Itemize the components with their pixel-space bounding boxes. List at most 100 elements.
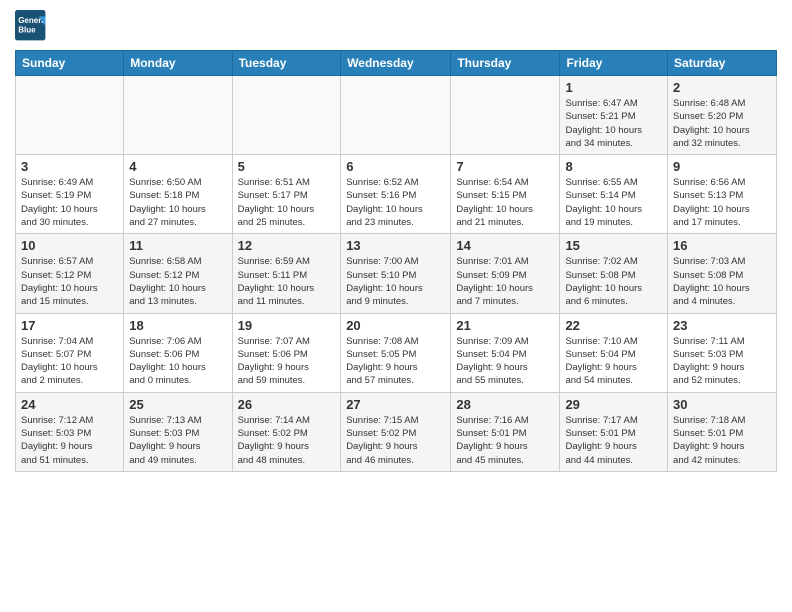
calendar-cell: 6Sunrise: 6:52 AMSunset: 5:16 PMDaylight… [341,155,451,234]
calendar-cell: 3 Sunrise: 6:49 AMSunset: 5:19 PMDaylight… [16,155,124,234]
logo: General Blue [15,10,47,42]
calendar-cell: 17 Sunrise: 7:04 AMSunset: 5:07 PMDayligh… [16,313,124,392]
day-header-saturday: Saturday [668,51,777,76]
day-info: Sunrise: 6:55 AMSunset: 5:14 PMDaylight:… [565,176,662,229]
day-info: Sunrise: 7:11 AMSunset: 5:03 PMDaylight:… [673,335,771,388]
day-number: 23 [673,318,771,333]
day-number: 26 [238,397,336,412]
day-info: Sunrise: 7:09 AMSunset: 5:04 PMDaylight:… [456,335,554,388]
day-info: Sunrise: 6:49 AMSunset: 5:19 PMDaylight:… [21,176,118,229]
calendar-page: General Blue SundayMondayTuesdayWednesda… [0,0,792,487]
day-number: 3 [21,159,118,174]
page-header: General Blue [15,10,777,42]
calendar-cell: 24 Sunrise: 7:12 AMSunset: 5:03 PMDayligh… [16,392,124,471]
calendar-cell: 23 Sunrise: 7:11 AMSunset: 5:03 PMDayligh… [668,313,777,392]
day-info: Sunrise: 6:48 AMSunset: 5:20 PMDaylight:… [673,97,771,150]
day-header-tuesday: Tuesday [232,51,341,76]
calendar-week-row: 10 Sunrise: 6:57 AMSunset: 5:12 PMDayligh… [16,234,777,313]
calendar-cell: 26 Sunrise: 7:14 AMSunset: 5:02 PMDayligh… [232,392,341,471]
day-info: Sunrise: 7:12 AMSunset: 5:03 PMDaylight:… [21,414,118,467]
day-info: Sunrise: 6:52 AMSunset: 5:16 PMDaylight:… [346,176,445,229]
calendar-cell: 22Sunrise: 7:10 AMSunset: 5:04 PMDayligh… [560,313,668,392]
day-header-sunday: Sunday [16,51,124,76]
day-info: Sunrise: 7:16 AMSunset: 5:01 PMDaylight:… [456,414,554,467]
calendar-header-row: SundayMondayTuesdayWednesdayThursdayFrid… [16,51,777,76]
day-header-thursday: Thursday [451,51,560,76]
day-info: Sunrise: 7:01 AMSunset: 5:09 PMDaylight:… [456,255,554,308]
calendar-cell [232,76,341,155]
day-info: Sunrise: 7:13 AMSunset: 5:03 PMDaylight:… [129,414,226,467]
calendar-week-row: 17 Sunrise: 7:04 AMSunset: 5:07 PMDayligh… [16,313,777,392]
calendar-cell: 25 Sunrise: 7:13 AMSunset: 5:03 PMDayligh… [124,392,232,471]
day-info: Sunrise: 7:18 AMSunset: 5:01 PMDaylight:… [673,414,771,467]
day-number: 25 [129,397,226,412]
calendar-cell: 13 Sunrise: 7:00 AMSunset: 5:10 PMDayligh… [341,234,451,313]
calendar-cell: 9 Sunrise: 6:56 AMSunset: 5:13 PMDaylight… [668,155,777,234]
calendar-cell: 5 Sunrise: 6:51 AMSunset: 5:17 PMDaylight… [232,155,341,234]
svg-text:Blue: Blue [18,25,36,34]
day-number: 27 [346,397,445,412]
day-header-friday: Friday [560,51,668,76]
day-info: Sunrise: 6:56 AMSunset: 5:13 PMDaylight:… [673,176,771,229]
calendar-cell: 14 Sunrise: 7:01 AMSunset: 5:09 PMDayligh… [451,234,560,313]
day-number: 28 [456,397,554,412]
day-info: Sunrise: 6:51 AMSunset: 5:17 PMDaylight:… [238,176,336,229]
calendar-week-row: 1Sunrise: 6:47 AMSunset: 5:21 PMDaylight… [16,76,777,155]
calendar-cell [124,76,232,155]
day-number: 9 [673,159,771,174]
day-info: Sunrise: 7:06 AMSunset: 5:06 PMDaylight:… [129,335,226,388]
calendar-week-row: 3 Sunrise: 6:49 AMSunset: 5:19 PMDaylight… [16,155,777,234]
day-header-monday: Monday [124,51,232,76]
calendar-cell: 2 Sunrise: 6:48 AMSunset: 5:20 PMDaylight… [668,76,777,155]
calendar-cell: 21 Sunrise: 7:09 AMSunset: 5:04 PMDayligh… [451,313,560,392]
day-info: Sunrise: 7:03 AMSunset: 5:08 PMDaylight:… [673,255,771,308]
calendar-cell: 30 Sunrise: 7:18 AMSunset: 5:01 PMDayligh… [668,392,777,471]
day-info: Sunrise: 7:07 AMSunset: 5:06 PMDaylight:… [238,335,336,388]
calendar-week-row: 24 Sunrise: 7:12 AMSunset: 5:03 PMDayligh… [16,392,777,471]
calendar-cell: 20Sunrise: 7:08 AMSunset: 5:05 PMDayligh… [341,313,451,392]
calendar-cell [16,76,124,155]
day-number: 20 [346,318,445,333]
day-info: Sunrise: 7:17 AMSunset: 5:01 PMDaylight:… [565,414,662,467]
calendar-table: SundayMondayTuesdayWednesdayThursdayFrid… [15,50,777,472]
day-number: 24 [21,397,118,412]
day-number: 19 [238,318,336,333]
calendar-cell: 4 Sunrise: 6:50 AMSunset: 5:18 PMDaylight… [124,155,232,234]
calendar-cell: 8 Sunrise: 6:55 AMSunset: 5:14 PMDaylight… [560,155,668,234]
day-number: 4 [129,159,226,174]
calendar-cell: 7Sunrise: 6:54 AMSunset: 5:15 PMDaylight… [451,155,560,234]
day-info: Sunrise: 6:47 AMSunset: 5:21 PMDaylight:… [565,97,662,150]
day-number: 12 [238,238,336,253]
calendar-cell: 10 Sunrise: 6:57 AMSunset: 5:12 PMDayligh… [16,234,124,313]
day-number: 2 [673,80,771,95]
day-number: 21 [456,318,554,333]
calendar-cell: 1Sunrise: 6:47 AMSunset: 5:21 PMDaylight… [560,76,668,155]
day-info: Sunrise: 6:57 AMSunset: 5:12 PMDaylight:… [21,255,118,308]
day-header-wednesday: Wednesday [341,51,451,76]
day-number: 17 [21,318,118,333]
calendar-cell: 29 Sunrise: 7:17 AMSunset: 5:01 PMDayligh… [560,392,668,471]
day-info: Sunrise: 6:50 AMSunset: 5:18 PMDaylight:… [129,176,226,229]
calendar-cell: 11Sunrise: 6:58 AMSunset: 5:12 PMDayligh… [124,234,232,313]
day-number: 30 [673,397,771,412]
day-info: Sunrise: 7:00 AMSunset: 5:10 PMDaylight:… [346,255,445,308]
day-number: 18 [129,318,226,333]
logo-icon: General Blue [15,10,47,42]
calendar-cell: 27Sunrise: 7:15 AMSunset: 5:02 PMDayligh… [341,392,451,471]
day-number: 29 [565,397,662,412]
day-info: Sunrise: 6:58 AMSunset: 5:12 PMDaylight:… [129,255,226,308]
day-info: Sunrise: 7:04 AMSunset: 5:07 PMDaylight:… [21,335,118,388]
calendar-cell [451,76,560,155]
day-number: 5 [238,159,336,174]
day-info: Sunrise: 6:54 AMSunset: 5:15 PMDaylight:… [456,176,554,229]
calendar-cell: 18 Sunrise: 7:06 AMSunset: 5:06 PMDayligh… [124,313,232,392]
day-info: Sunrise: 7:14 AMSunset: 5:02 PMDaylight:… [238,414,336,467]
calendar-cell [341,76,451,155]
day-number: 13 [346,238,445,253]
day-number: 14 [456,238,554,253]
day-number: 8 [565,159,662,174]
calendar-cell: 19 Sunrise: 7:07 AMSunset: 5:06 PMDayligh… [232,313,341,392]
day-info: Sunrise: 7:02 AMSunset: 5:08 PMDaylight:… [565,255,662,308]
calendar-cell: 15Sunrise: 7:02 AMSunset: 5:08 PMDayligh… [560,234,668,313]
day-number: 10 [21,238,118,253]
